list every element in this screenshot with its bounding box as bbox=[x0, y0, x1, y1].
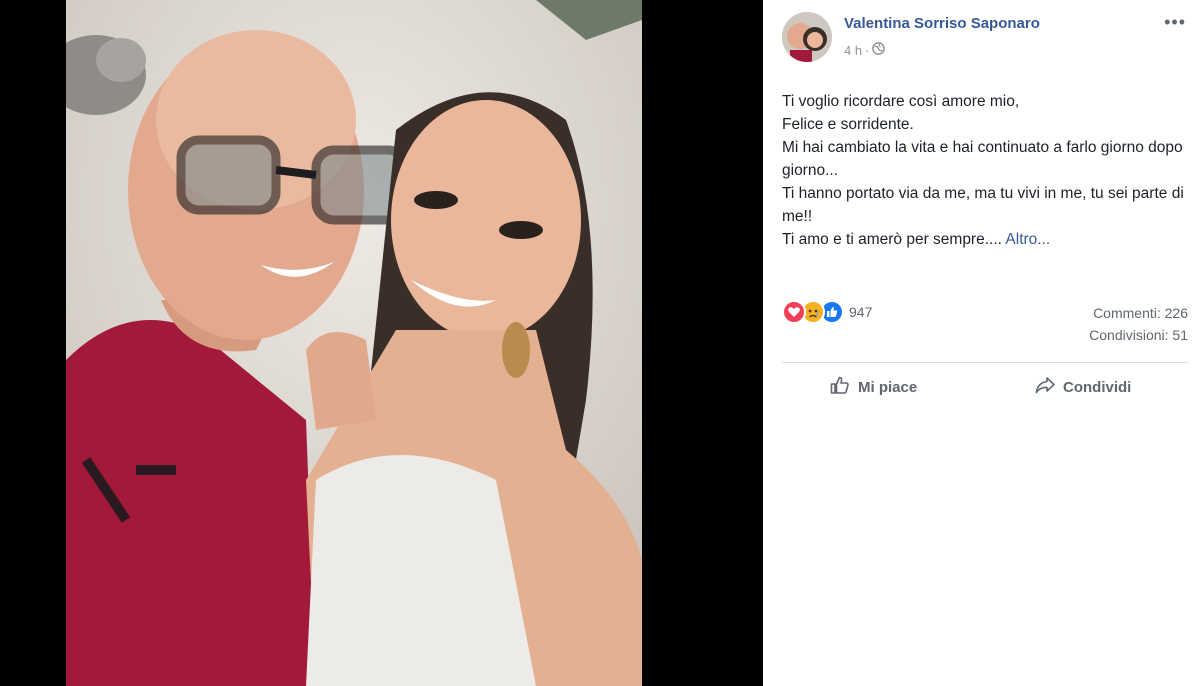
thumbs-up-icon bbox=[829, 374, 851, 400]
share-label: Condividi bbox=[1063, 378, 1132, 396]
avatar-image bbox=[782, 12, 832, 62]
post-last-line: Ti amo e ti amerò per sempre.... bbox=[782, 231, 1002, 248]
post-panel: Valentina Sorriso Saponaro 4 h · ••• Ti … bbox=[763, 0, 1200, 686]
share-button[interactable]: Condividi bbox=[1034, 374, 1131, 400]
post-meta: 4 h · bbox=[844, 42, 886, 58]
love-reaction-icon bbox=[782, 300, 806, 324]
see-more-link[interactable]: Altro... bbox=[1005, 231, 1050, 248]
post-photo[interactable] bbox=[66, 0, 642, 686]
author-name[interactable]: Valentina Sorriso Saponaro bbox=[844, 15, 1040, 32]
post-line: Ti amo e ti amerò per sempre.... Altro..… bbox=[782, 228, 1192, 251]
post-text: Ti voglio ricordare così amore mio, Feli… bbox=[782, 90, 1192, 251]
actions-divider bbox=[782, 362, 1188, 363]
author-avatar[interactable] bbox=[782, 12, 832, 62]
meta-separator: · bbox=[865, 42, 870, 58]
like-button[interactable]: Mi piace bbox=[829, 374, 917, 400]
like-label: Mi piace bbox=[858, 378, 918, 396]
post-time[interactable]: 4 h bbox=[844, 43, 862, 58]
post-stats: Commenti: 226 Condivisioni: 51 bbox=[1089, 302, 1188, 346]
reactions-count: 947 bbox=[849, 304, 873, 320]
reactions-summary[interactable]: 947 bbox=[782, 300, 872, 324]
photo-viewer bbox=[0, 0, 763, 686]
comments-count[interactable]: Commenti: 226 bbox=[1089, 302, 1188, 324]
post-line: Ti hanno portato via da me, ma tu vivi i… bbox=[782, 185, 1184, 225]
globe-icon bbox=[872, 42, 886, 58]
share-arrow-icon bbox=[1034, 374, 1056, 400]
post-line: Mi hai cambiato la vita e hai continuato… bbox=[782, 139, 1183, 179]
post-line: Felice e sorridente. bbox=[782, 116, 914, 133]
post-line: Ti voglio ricordare così amore mio, bbox=[782, 93, 1020, 110]
couple-selfie-image bbox=[66, 0, 642, 686]
more-options-button[interactable]: ••• bbox=[1164, 12, 1186, 33]
shares-count[interactable]: Condivisioni: 51 bbox=[1089, 324, 1188, 346]
